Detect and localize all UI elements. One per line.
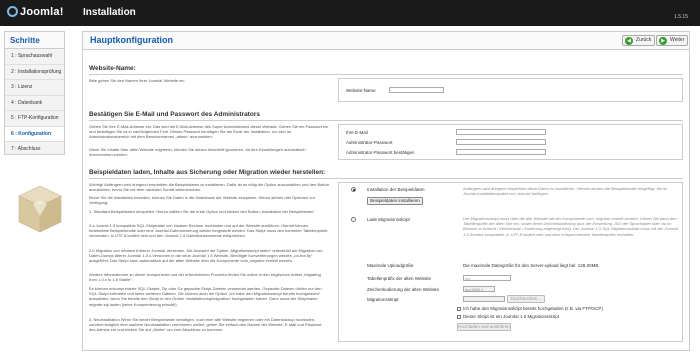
step-configuration: 6 : Konfiguration (5, 126, 64, 142)
sample-box: Installation der Beispieldaten Beispield… (338, 182, 683, 342)
sample-option1-desc: 1. Standard-Beispieldaten einspielen. Hi… (89, 209, 316, 214)
prefix-value: jos_ (465, 276, 473, 281)
sample-intro2: Bevor Sie die Installation beenden, könn… (89, 195, 316, 206)
steps-title: Schritte (5, 32, 64, 49)
charset-select[interactable]: iso-8859-1 (463, 286, 495, 292)
joomla-logo: Joomla! (7, 6, 64, 18)
install-sample-desc: Anfängern wird dringend empfohlen diese … (463, 186, 668, 197)
divider (89, 120, 683, 121)
next-arrow-icon: ▶ (659, 37, 667, 45)
step-ftp: 5 : FTP-Konfiguration (5, 111, 64, 127)
back-button[interactable]: ◀ Zurück (622, 35, 656, 46)
next-button[interactable]: ▶ Weiter (656, 35, 689, 46)
next-label: Weiter (670, 37, 685, 43)
sample-section-title: Beispieldaten laden, Inhalte aus Sicheru… (89, 169, 326, 176)
password-label: Administrator-Passwort (346, 140, 393, 145)
step-language: 1 : Sprachauswahl (5, 49, 64, 65)
upload-execute-button[interactable]: Hochladen und ausführen (457, 323, 511, 331)
divider (89, 178, 683, 179)
migration-radio[interactable] (351, 217, 356, 222)
sample-intro: Wichtig! Anfängern wird dringend empfohl… (89, 182, 329, 193)
script-file-input[interactable] (463, 296, 505, 302)
charset-label: Zeichenkodierung der alten Website (367, 287, 439, 292)
main-panel: Hauptkonfiguration ◀ Zurück ▶ Weiter Websi… (82, 31, 690, 351)
step-license: 3 : Lizenz (5, 80, 64, 96)
password-input[interactable] (456, 139, 546, 145)
admin-box: Ihre E-Mail Administrator-Passwort Admin… (338, 124, 683, 160)
prefix-input[interactable]: jos_ (463, 275, 511, 281)
step-check: 2 : Installationsprüfung (5, 65, 64, 80)
sample-upload-info: Es können unkomprimierte SQL-Skripte, Zi… (89, 286, 322, 307)
install-sample-radio[interactable] (351, 187, 356, 192)
migration-script-label: Dieser Skript ist ein Joomla! 1.0 Migrat… (463, 314, 560, 319)
sample-option2b-desc: 2.b Migration von Inhalten früherer Joom… (89, 248, 323, 264)
email-label: Ihre E-Mail (346, 130, 368, 135)
site-desc: Bitte geben Sie den Namen Ihrer Joomla!-… (89, 78, 185, 83)
app-header: Joomla! Installation 1.5.15 (0, 0, 700, 26)
divider (89, 74, 683, 75)
site-name-input[interactable] (389, 87, 444, 93)
admin-desc: Geben Sie Ihre E-Mail-Adresse ein. Das w… (89, 124, 329, 140)
password-confirm-label: Administrator-Passwort bestätigen (346, 150, 415, 155)
joomla-logo-icon (7, 6, 18, 17)
max-upload-value: Die maximale Dateigröße für den Server-u… (463, 263, 600, 268)
install-sample-label: Installation der Beispieldaten (367, 187, 425, 192)
uploaded-label: Ich habe den Migrationsskript bereits ho… (463, 306, 603, 311)
browse-button[interactable]: Durchsuchen... (507, 295, 545, 303)
uploaded-checkbox[interactable] (457, 307, 461, 311)
admin-section-title: Bestätigen Sie E-Mail und Passwort des A… (89, 111, 260, 118)
back-arrow-icon: ◀ (625, 37, 633, 45)
max-upload-label: Maximale Uploadgröße (367, 263, 414, 268)
header-title: Installation (83, 7, 136, 18)
version-label: 1.5.15 (674, 14, 688, 20)
main-header: Hauptkonfiguration ◀ Zurück ▶ Weiter (83, 32, 689, 50)
page-title: Hauptkonfiguration (90, 35, 173, 45)
step-finish: 7 : Abschluss (11, 146, 41, 152)
install-sample-button[interactable]: Beispieldaten installieren (367, 197, 423, 205)
charset-value: iso-8859-1 (465, 287, 484, 292)
site-section-title: Website-Name: (89, 65, 136, 72)
sample-migration-info: Weitere Informationen zu dieser Komponen… (89, 272, 321, 283)
password-confirm-input[interactable] (456, 149, 546, 155)
package-image (15, 182, 65, 236)
migration-script-checkbox[interactable] (457, 315, 461, 319)
sample-option2a-desc: 2.a Joomla 1.5 kompatible SQL-Skriptdate… (89, 223, 328, 239)
step-database: 4 : Datenbank (5, 96, 64, 111)
migration-desc: Der Migrationsskript muss über die alte … (463, 216, 679, 237)
prefix-label: Tabellenpräfix der alten Website (367, 276, 431, 281)
site-box: Website-Name (338, 78, 683, 102)
email-input[interactable] (456, 129, 546, 135)
steps-sidebar: Schritte 1 : Sprachauswahl 2 : Installat… (4, 31, 65, 155)
back-label: Zurück (636, 37, 652, 43)
script-label: Migrationsskript (367, 297, 399, 302)
logo-text: Joomla! (20, 6, 64, 18)
site-name-label: Website-Name (346, 88, 376, 93)
sample-option3-desc: 3. Neuinstallation Wenn Sie weder Beispi… (89, 317, 322, 333)
admin-desc-migration: Wenn Sie Inhalte Ihrer alten Website mig… (89, 147, 306, 158)
migration-label: Lade Migrationsskript (367, 217, 410, 222)
